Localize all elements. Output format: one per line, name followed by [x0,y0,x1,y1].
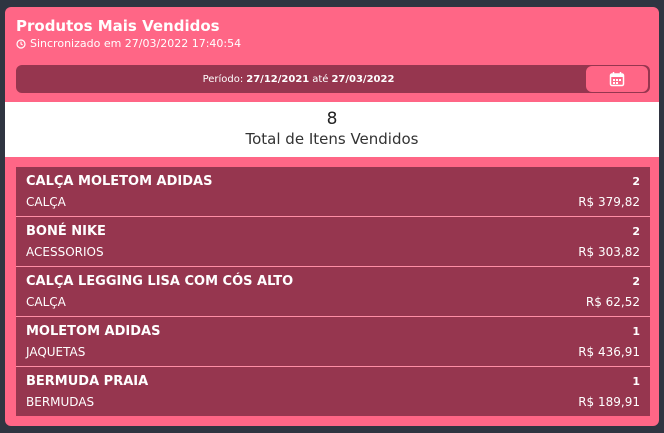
clock-icon [16,39,26,49]
product-name: BERMUDA PRAIA [26,374,149,389]
product-price: R$ 303,82 [578,245,640,259]
list-item[interactable]: CALÇA LEGGING LISA COM CÓS ALTO 2 CALÇA … [16,267,650,317]
list-item[interactable]: MOLETOM ADIDAS 1 JAQUETAS R$ 436,91 [16,317,650,367]
total-count: 8 [326,109,338,129]
card-header: Produtos Mais Vendidos Sincronizado em 2… [16,16,241,51]
product-name: CALÇA MOLETOM ADIDAS [26,174,213,189]
period-label: Período: [202,73,244,85]
product-quantity: 1 [632,375,640,388]
top-products-card: Produtos Mais Vendidos Sincronizado em 2… [5,7,659,426]
product-quantity: 1 [632,325,640,338]
product-quantity: 2 [632,275,640,288]
sync-status: Sincronizado em 27/03/2022 17:40:54 [16,37,241,51]
calendar-icon [609,72,625,87]
sync-text: Sincronizado em 27/03/2022 17:40:54 [30,37,242,50]
product-quantity: 2 [632,225,640,238]
product-category: CALÇA [26,295,66,309]
product-category: CALÇA [26,195,66,209]
product-name: CALÇA LEGGING LISA COM CÓS ALTO [26,274,294,289]
list-item[interactable]: BERMUDA PRAIA 1 BERMUDAS R$ 189,91 [16,367,650,416]
product-price: R$ 189,91 [578,395,640,409]
product-name: MOLETOM ADIDAS [26,324,161,339]
calendar-button[interactable] [586,66,648,92]
list-item[interactable]: BONÉ NIKE 2 ACESSORIOS R$ 303,82 [16,217,650,267]
product-name: BONÉ NIKE [26,224,106,239]
period-separator: até [312,73,329,85]
product-category: JAQUETAS [26,345,86,359]
period-filter: Período: 27/12/2021 até 27/03/2022 [16,65,650,93]
product-price: R$ 379,82 [578,195,640,209]
list-item[interactable]: CALÇA MOLETOM ADIDAS 2 CALÇA R$ 379,82 [16,167,650,217]
product-category: BERMUDAS [26,395,95,409]
period-start: 27/12/2021 [246,73,310,85]
product-quantity: 2 [632,175,640,188]
total-label: Total de Itens Vendidos [245,130,419,148]
product-price: R$ 62,52 [585,295,640,309]
product-category: ACESSORIOS [26,245,104,259]
card-title: Produtos Mais Vendidos [16,17,220,35]
period-text: Período: 27/12/2021 até 27/03/2022 [16,65,584,93]
product-price: R$ 436,91 [578,345,640,359]
period-end: 27/03/2022 [331,73,395,85]
total-summary: 8 Total de Itens Vendidos [5,102,659,157]
product-list: CALÇA MOLETOM ADIDAS 2 CALÇA R$ 379,82 B… [16,167,650,416]
